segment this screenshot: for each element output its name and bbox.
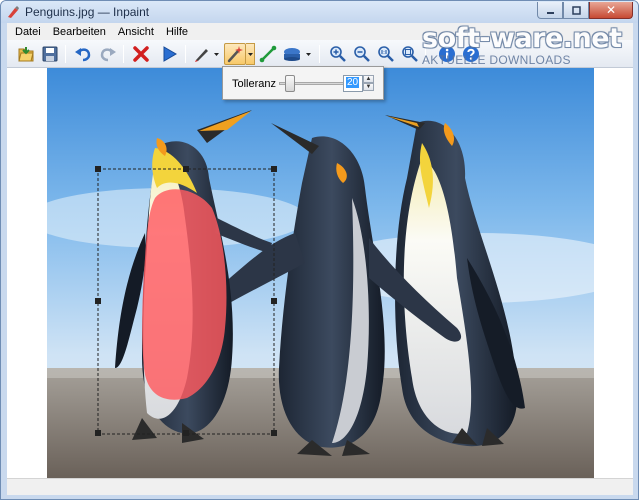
magic-wand-icon — [227, 46, 243, 63]
watermark-logo: soft-ware.net — [422, 23, 622, 54]
title-bar[interactable]: Penguins.jpg — Inpaint ✕ — [1, 1, 638, 23]
redo-button[interactable] — [97, 43, 119, 65]
undo-button[interactable] — [72, 43, 94, 65]
toolbar-separator — [65, 45, 66, 63]
magic-wand-tool-button[interactable] — [224, 43, 246, 65]
marker-icon — [195, 49, 208, 62]
menu-bearbeiten[interactable]: Bearbeiten — [47, 26, 112, 38]
toolbar-separator — [123, 45, 124, 63]
zoom-fit-button[interactable] — [399, 43, 421, 65]
save-icon — [42, 46, 58, 62]
tolerance-slider-thumb[interactable] — [285, 75, 295, 92]
spin-down-button[interactable]: ▼ — [363, 83, 374, 91]
tolerance-value-input[interactable]: 20 — [343, 75, 363, 92]
stamp-icon — [284, 48, 300, 61]
zoom-in-button[interactable] — [327, 43, 349, 65]
stamp-dropdown-button[interactable] — [304, 43, 313, 65]
magic-wand-dropdown-button[interactable] — [246, 43, 255, 65]
minimize-button[interactable] — [537, 2, 563, 19]
tolerance-label: Tolleranz — [232, 78, 277, 90]
maximize-button[interactable] — [563, 2, 589, 19]
line-tool-button[interactable] — [257, 43, 279, 65]
status-bar — [7, 478, 633, 495]
zoom-fit-icon — [402, 46, 418, 62]
erase-selection-button[interactable] — [130, 43, 152, 65]
zoom-actual-size-button[interactable] — [375, 43, 397, 65]
inpaint-app-icon — [8, 6, 19, 18]
menu-datei[interactable]: Datei — [9, 26, 47, 38]
minimize-icon — [546, 11, 554, 14]
maximize-icon — [571, 5, 581, 15]
chevron-down-icon — [214, 52, 219, 56]
tolerance-popup: Tolleranz 20 ▲ ▼ — [222, 66, 384, 100]
toolbar-separator — [319, 45, 320, 63]
run-inpaint-button[interactable] — [158, 43, 180, 65]
image-canvas[interactable] — [47, 68, 594, 478]
open-icon — [18, 47, 34, 62]
save-button[interactable] — [39, 43, 61, 65]
penguins-photo — [47, 68, 594, 478]
chevron-down-icon — [247, 52, 253, 56]
close-button[interactable]: ✕ — [589, 2, 633, 19]
zoom-out-icon — [354, 46, 370, 62]
zoom-out-button[interactable] — [351, 43, 373, 65]
tolerance-value: 20 — [346, 77, 360, 88]
chevron-down-icon — [306, 52, 311, 56]
spin-up-button[interactable]: ▲ — [363, 75, 374, 83]
stamp-tool-button[interactable] — [281, 43, 303, 65]
open-button[interactable] — [15, 43, 37, 65]
tolerance-spinner: ▲ ▼ — [363, 75, 374, 92]
undo-icon — [75, 48, 91, 62]
window-controls: ✕ — [537, 2, 633, 20]
watermark-tagline: AKTUELLE DOWNLOADS — [422, 53, 571, 67]
marker-tool-button[interactable] — [191, 43, 213, 65]
zoom-actual-icon — [378, 46, 394, 62]
toolbar-separator — [185, 45, 186, 63]
marker-dropdown-button[interactable] — [212, 43, 221, 65]
workspace — [7, 68, 633, 478]
menu-ansicht[interactable]: Ansicht — [112, 26, 160, 38]
erase-icon — [133, 46, 149, 62]
close-icon: ✕ — [605, 3, 617, 17]
redo-icon — [100, 48, 116, 62]
watermark: soft-ware.net AKTUELLE DOWNLOADS — [420, 23, 622, 71]
window-title: Penguins.jpg — Inpaint — [25, 5, 150, 19]
menu-hilfe[interactable]: Hilfe — [160, 26, 194, 38]
run-icon — [163, 46, 177, 62]
line-icon — [259, 45, 277, 63]
zoom-in-icon — [330, 46, 346, 62]
